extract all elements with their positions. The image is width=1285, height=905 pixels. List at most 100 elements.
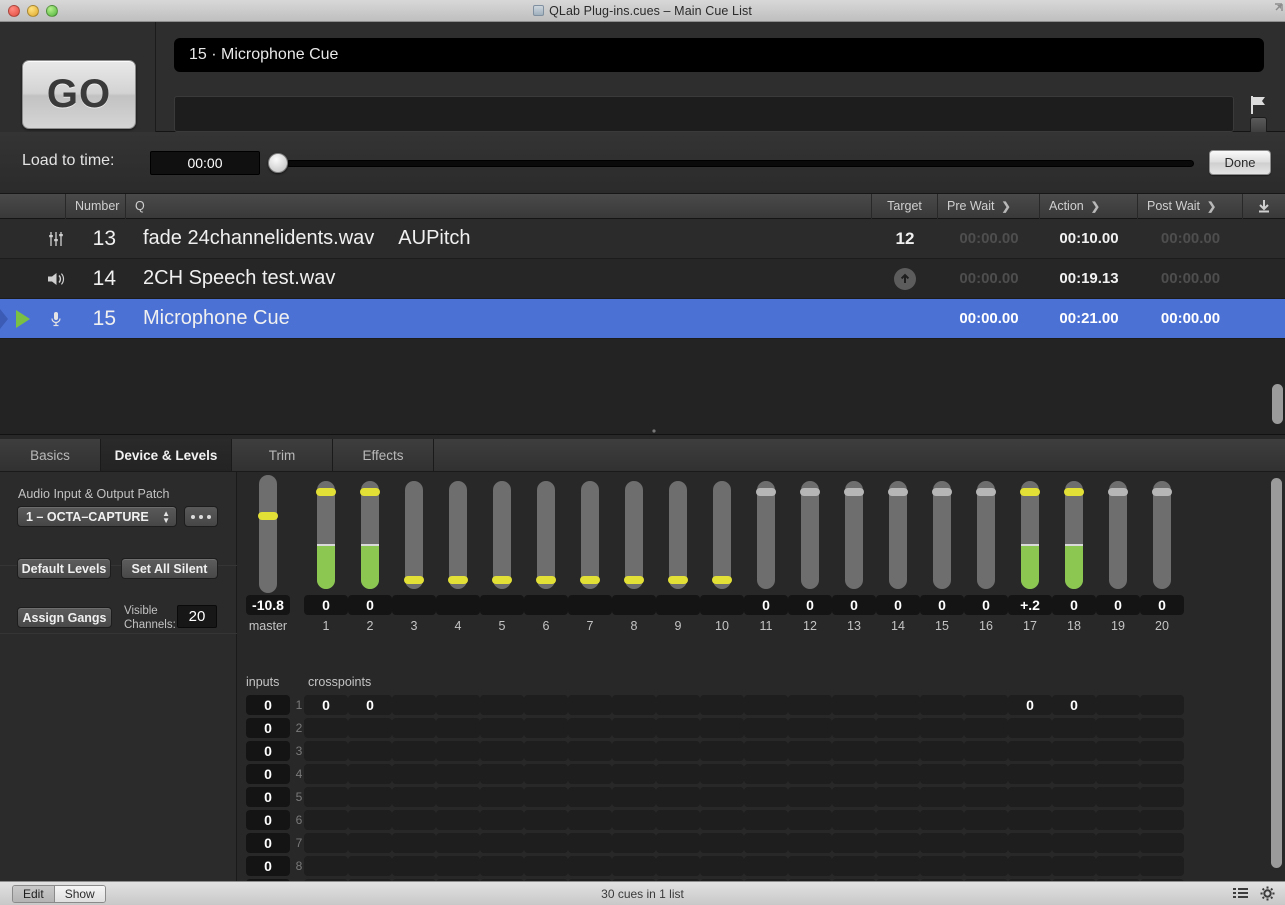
fader-handle-ch8[interactable] xyxy=(624,576,644,584)
column-header-number[interactable]: Number xyxy=(66,194,126,219)
crosspoint-cell[interactable] xyxy=(700,718,744,738)
fader-value-ch16[interactable]: 0 xyxy=(964,595,1008,615)
crosspoint-cell[interactable] xyxy=(1008,833,1052,853)
fader-value-ch8[interactable] xyxy=(612,595,656,615)
fader-handle-ch4[interactable] xyxy=(448,576,468,584)
crosspoint-cell[interactable] xyxy=(1140,810,1184,830)
fader-value-ch4[interactable] xyxy=(436,595,480,615)
tab-trim[interactable]: Trim xyxy=(232,439,333,471)
tab-effects[interactable]: Effects xyxy=(333,439,434,471)
fader-handle-ch13[interactable] xyxy=(844,488,864,496)
crosspoint-cell[interactable] xyxy=(392,787,436,807)
crosspoint-cell[interactable] xyxy=(436,856,480,876)
crosspoint-cell[interactable] xyxy=(1008,718,1052,738)
crosspoint-cell[interactable] xyxy=(480,833,524,853)
crosspoint-cell[interactable] xyxy=(656,741,700,761)
fader-track-ch4[interactable] xyxy=(449,481,467,589)
fader-track-ch1[interactable] xyxy=(317,481,335,589)
crosspoint-cell[interactable] xyxy=(304,741,348,761)
crosspoint-cell[interactable] xyxy=(1096,833,1140,853)
crosspoint-cell[interactable] xyxy=(920,741,964,761)
fader-handle-ch6[interactable] xyxy=(536,576,556,584)
fader-track-ch10[interactable] xyxy=(713,481,731,589)
fader-handle-ch9[interactable] xyxy=(668,576,688,584)
crosspoint-cell[interactable] xyxy=(480,764,524,784)
crosspoint-cell[interactable] xyxy=(568,718,612,738)
crosspoint-cell[interactable] xyxy=(832,833,876,853)
fader-track-ch11[interactable] xyxy=(757,481,775,589)
crosspoint-cell[interactable] xyxy=(656,810,700,830)
fader-handle-ch18[interactable] xyxy=(1064,488,1084,496)
crosspoint-cell[interactable] xyxy=(1052,764,1096,784)
crosspoint-cell[interactable] xyxy=(876,787,920,807)
visible-channels-field[interactable]: 20 xyxy=(177,605,217,628)
crosspoint-cell[interactable] xyxy=(348,741,392,761)
crosspoint-cell[interactable] xyxy=(392,810,436,830)
crosspoint-cell[interactable] xyxy=(1052,810,1096,830)
input-level-row-3[interactable]: 0 xyxy=(246,741,290,761)
fader-track-ch3[interactable] xyxy=(405,481,423,589)
crosspoint-cell[interactable] xyxy=(788,810,832,830)
crosspoint-cell[interactable] xyxy=(304,787,348,807)
crosspoint-cell[interactable] xyxy=(832,787,876,807)
fader-value-ch15[interactable]: 0 xyxy=(920,595,964,615)
crosspoint-cell[interactable] xyxy=(920,856,964,876)
crosspoint-cell[interactable] xyxy=(1140,856,1184,876)
crosspoint-cell[interactable] xyxy=(392,741,436,761)
crosspoint-cell[interactable] xyxy=(568,810,612,830)
fader-value-ch12[interactable]: 0 xyxy=(788,595,832,615)
crosspoint-cell[interactable] xyxy=(480,810,524,830)
fader-track-ch19[interactable] xyxy=(1109,481,1127,589)
crosspoint-cell[interactable] xyxy=(480,718,524,738)
crosspoint-cell[interactable] xyxy=(788,695,832,715)
fader-track-ch5[interactable] xyxy=(493,481,511,589)
fader-handle-ch14[interactable] xyxy=(888,488,908,496)
crosspoint-cell[interactable] xyxy=(1140,695,1184,715)
crosspoint-cell[interactable] xyxy=(700,741,744,761)
crosspoint-cell[interactable] xyxy=(744,764,788,784)
fader-value-master[interactable]: -10.8 xyxy=(246,595,290,615)
fader-value-ch3[interactable] xyxy=(392,595,436,615)
crosspoint-cell[interactable] xyxy=(1008,810,1052,830)
crosspoint-cell[interactable] xyxy=(1096,764,1140,784)
column-header-q[interactable]: Q xyxy=(126,194,872,219)
crosspoint-cell[interactable] xyxy=(524,856,568,876)
crosspoint-cell[interactable] xyxy=(612,810,656,830)
crosspoint-cell[interactable] xyxy=(436,741,480,761)
fader-track-ch2[interactable] xyxy=(361,481,379,589)
crosspoint-cell[interactable] xyxy=(1052,741,1096,761)
crosspoint-cell[interactable] xyxy=(1096,787,1140,807)
crosspoint-cell[interactable] xyxy=(436,695,480,715)
input-level-row-6[interactable]: 0 xyxy=(246,810,290,830)
column-header-prewait[interactable]: Pre Wait❯ xyxy=(938,194,1040,219)
crosspoint-cell[interactable] xyxy=(524,787,568,807)
fader-value-ch1[interactable]: 0 xyxy=(304,595,348,615)
crosspoint-cell[interactable] xyxy=(744,810,788,830)
fader-handle-ch11[interactable] xyxy=(756,488,776,496)
crosspoint-cell[interactable] xyxy=(304,810,348,830)
fader-handle-ch7[interactable] xyxy=(580,576,600,584)
crosspoint-cell[interactable] xyxy=(1140,833,1184,853)
fader-handle-ch10[interactable] xyxy=(712,576,732,584)
crosspoint-cell[interactable] xyxy=(920,787,964,807)
fader-value-ch6[interactable] xyxy=(524,595,568,615)
crosspoint-cell[interactable] xyxy=(348,833,392,853)
fader-value-ch2[interactable]: 0 xyxy=(348,595,392,615)
crosspoint-cell[interactable] xyxy=(1096,856,1140,876)
crosspoint-cell[interactable] xyxy=(436,718,480,738)
flag-icon[interactable] xyxy=(1247,94,1269,116)
fader-track-ch6[interactable] xyxy=(537,481,555,589)
crosspoint-cell[interactable] xyxy=(524,741,568,761)
crosspoint-cell[interactable] xyxy=(700,833,744,853)
crosspoint-cell[interactable] xyxy=(1096,695,1140,715)
input-level-row-8[interactable]: 0 xyxy=(246,856,290,876)
inspector-scrollbar[interactable] xyxy=(1271,478,1282,868)
crosspoint-cell[interactable] xyxy=(304,856,348,876)
crosspoint-cell[interactable] xyxy=(348,787,392,807)
crosspoint-cell[interactable] xyxy=(744,856,788,876)
crosspoint-cell[interactable] xyxy=(612,833,656,853)
fader-track-ch8[interactable] xyxy=(625,481,643,589)
crosspoint-cell[interactable] xyxy=(480,787,524,807)
crosspoint-cell[interactable] xyxy=(744,787,788,807)
crosspoint-cell[interactable]: 0 xyxy=(348,695,392,715)
